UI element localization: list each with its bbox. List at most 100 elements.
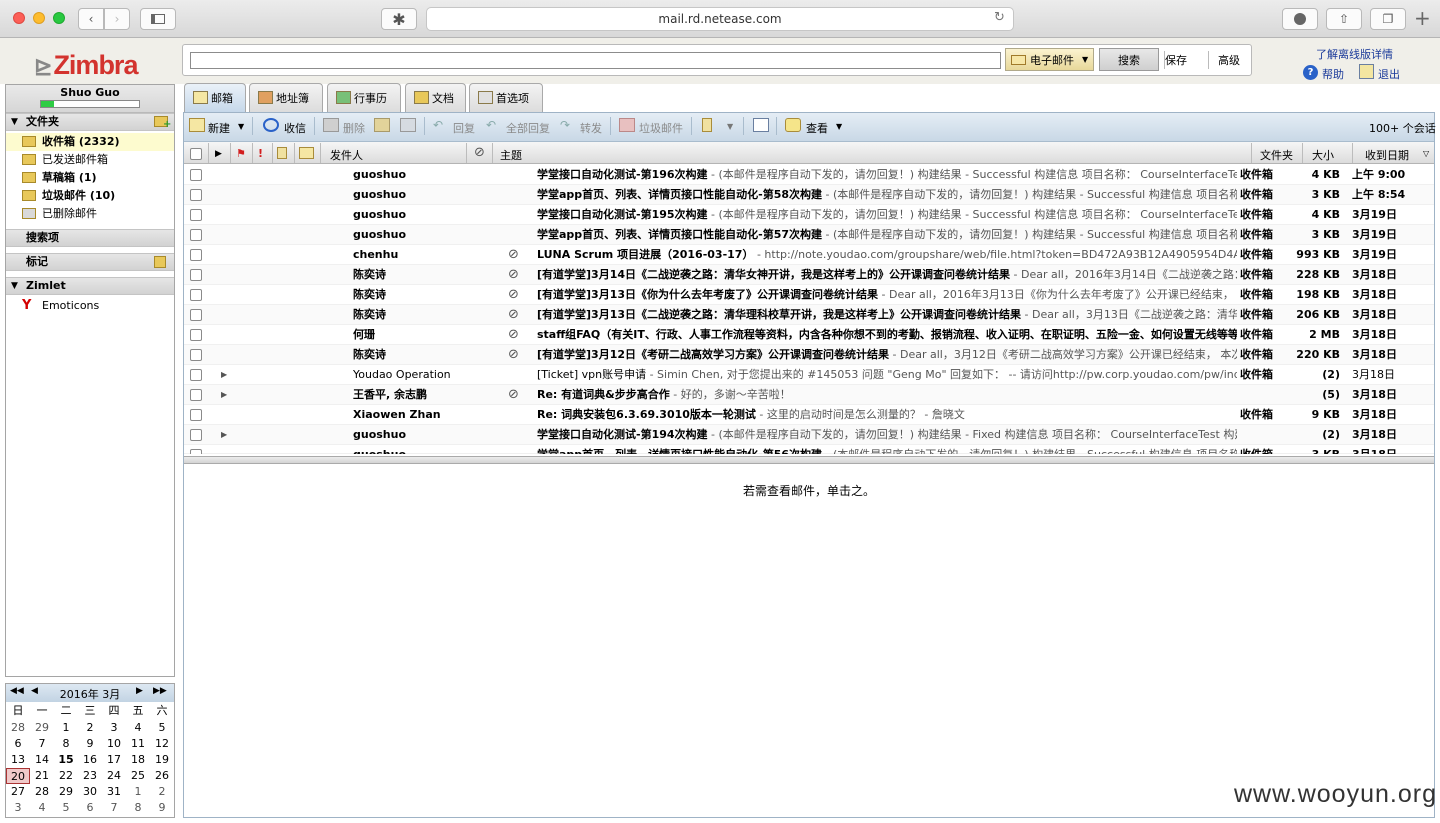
- attachment-column-icon[interactable]: ⊘: [474, 145, 485, 160]
- date-column-header[interactable]: 收到日期: [1365, 147, 1409, 163]
- next-year-icon[interactable]: ▶▶: [153, 686, 167, 696]
- folders-header[interactable]: ▼ 文件夹 +: [6, 113, 174, 131]
- calendar-day[interactable]: 13: [6, 752, 30, 768]
- flag-column-icon[interactable]: ⚑: [236, 147, 246, 160]
- extension-button[interactable]: ✱: [381, 8, 417, 30]
- status-column-icon[interactable]: [299, 147, 314, 159]
- message-checkbox[interactable]: [190, 329, 202, 341]
- calendar-day[interactable]: 19: [150, 752, 174, 768]
- delete-button[interactable]: 删除: [343, 120, 365, 136]
- reply-button[interactable]: 回复: [453, 120, 475, 136]
- chevron-down-icon[interactable]: ▼: [727, 122, 733, 131]
- tabs-overview-button[interactable]: ❐: [1370, 8, 1406, 30]
- tab-mail[interactable]: 邮箱: [184, 83, 246, 112]
- logout-link[interactable]: 退出: [1378, 66, 1400, 82]
- calendar-day[interactable]: 3: [102, 720, 126, 736]
- calendar-day[interactable]: 6: [78, 800, 102, 816]
- tab-calendar[interactable]: 行事历: [327, 83, 401, 112]
- folder-column-header[interactable]: 文件夹: [1260, 147, 1293, 163]
- expand-icon[interactable]: ▶: [221, 385, 227, 405]
- expand-column-icon[interactable]: ▶: [215, 149, 222, 159]
- calendar-day[interactable]: 1: [54, 720, 78, 736]
- calendar-day[interactable]: 21: [30, 768, 54, 784]
- expand-icon[interactable]: ▶: [221, 425, 227, 445]
- move-icon[interactable]: [374, 118, 390, 132]
- spam-button[interactable]: 垃圾邮件: [639, 120, 683, 136]
- advanced-search-button[interactable]: 高级: [1218, 52, 1240, 68]
- calendar-day[interactable]: 24: [102, 768, 126, 784]
- reading-pane-icon[interactable]: [753, 118, 769, 132]
- message-checkbox[interactable]: [190, 389, 202, 401]
- new-tab-button[interactable]: +: [1414, 6, 1431, 30]
- subject-column-header[interactable]: 主题: [500, 147, 522, 163]
- folder-item[interactable]: 收件箱 (2332): [6, 133, 174, 151]
- calendar-day[interactable]: 4: [30, 800, 54, 816]
- back-button[interactable]: ‹: [78, 8, 104, 30]
- calendar-day[interactable]: 16: [78, 752, 102, 768]
- message-checkbox[interactable]: [190, 269, 202, 281]
- sort-down-icon[interactable]: ▽: [1423, 149, 1429, 158]
- message-checkbox[interactable]: [190, 349, 202, 361]
- message-checkbox[interactable]: [190, 169, 202, 181]
- calendar-day[interactable]: 11: [126, 736, 150, 752]
- message-checkbox[interactable]: [190, 429, 202, 441]
- calendar-day[interactable]: 15: [54, 752, 78, 768]
- calendar-day[interactable]: 29: [30, 720, 54, 736]
- new-button[interactable]: 新建: [208, 120, 230, 136]
- tag-icon[interactable]: [702, 118, 712, 132]
- help-link[interactable]: 帮助: [1322, 66, 1344, 82]
- calendar-day[interactable]: 10: [102, 736, 126, 752]
- tag-column-icon[interactable]: [277, 147, 287, 159]
- search-type-dropdown[interactable]: 电子邮件 ▼: [1005, 48, 1094, 71]
- tab-documents[interactable]: 文档: [405, 83, 466, 112]
- calendar-day[interactable]: 3: [6, 800, 30, 816]
- calendar-day[interactable]: 29: [54, 784, 78, 800]
- calendar-day[interactable]: 6: [6, 736, 30, 752]
- expand-icon[interactable]: ▶: [221, 365, 227, 385]
- calendar-day[interactable]: 8: [126, 800, 150, 816]
- calendar-day[interactable]: 7: [102, 800, 126, 816]
- from-column-header[interactable]: 发件人: [330, 147, 363, 163]
- calendar-day[interactable]: 7: [30, 736, 54, 752]
- chevron-down-icon[interactable]: ▼: [238, 122, 244, 131]
- message-checkbox[interactable]: [190, 289, 202, 301]
- calendar-day[interactable]: 4: [126, 720, 150, 736]
- message-checkbox[interactable]: [190, 249, 202, 261]
- tab-contacts[interactable]: 地址簿: [249, 83, 323, 112]
- calendar-day[interactable]: 22: [54, 768, 78, 784]
- calendar-day[interactable]: 17: [102, 752, 126, 768]
- calendar-day[interactable]: 9: [150, 800, 174, 816]
- message-checkbox[interactable]: [190, 369, 202, 381]
- share-button[interactable]: ⇧: [1326, 8, 1362, 30]
- forward-button[interactable]: ›: [104, 8, 130, 30]
- receive-button[interactable]: 收信: [284, 120, 306, 136]
- chevron-down-icon[interactable]: ▼: [836, 122, 842, 131]
- pane-splitter[interactable]: [184, 456, 1434, 464]
- calendar-day[interactable]: 2: [78, 720, 102, 736]
- calendar-day[interactable]: 8: [54, 736, 78, 752]
- message-checkbox[interactable]: [190, 309, 202, 321]
- zoom-window-button[interactable]: [53, 12, 65, 24]
- select-all-checkbox[interactable]: [190, 148, 202, 160]
- calendar-day[interactable]: 12: [150, 736, 174, 752]
- priority-column-icon[interactable]: !: [258, 147, 263, 160]
- zimbra-logo[interactable]: ⊵Zimbra: [34, 50, 138, 81]
- minimize-window-button[interactable]: [33, 12, 45, 24]
- calendar-day[interactable]: 27: [6, 784, 30, 800]
- view-button[interactable]: 查看: [806, 120, 828, 136]
- calendar-day[interactable]: 5: [150, 720, 174, 736]
- offline-info-link[interactable]: 了解离线版详情: [1316, 46, 1393, 62]
- calendar-day[interactable]: 5: [54, 800, 78, 816]
- search-button[interactable]: 搜索: [1099, 48, 1159, 71]
- save-search-button[interactable]: 保存: [1165, 52, 1187, 68]
- calendar-day[interactable]: 2: [150, 784, 174, 800]
- help-icon[interactable]: ?: [1303, 65, 1318, 80]
- next-month-icon[interactable]: ▶: [136, 686, 143, 696]
- calendar-day[interactable]: 28: [6, 720, 30, 736]
- tab-preferences[interactable]: 首选项: [469, 83, 543, 112]
- calendar-day[interactable]: 26: [150, 768, 174, 784]
- search-input[interactable]: [190, 52, 1001, 69]
- calendar-day[interactable]: 31: [102, 784, 126, 800]
- message-checkbox[interactable]: [190, 189, 202, 201]
- forward-button[interactable]: 转发: [580, 120, 602, 136]
